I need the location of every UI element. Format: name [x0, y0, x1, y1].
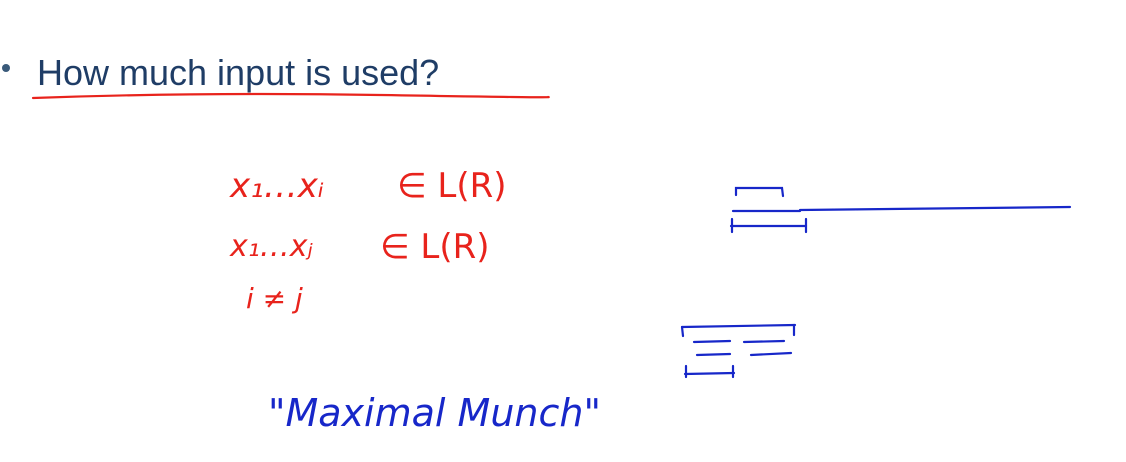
red-underline — [31, 92, 550, 100]
lecture-slide: How much input is used? x₁…xᵢ ∈ L(R) x₁…… — [0, 0, 1126, 462]
maximal-munch-label: "Maximal Munch" — [268, 391, 601, 435]
member-of-language-1: ∈ L(R) — [397, 166, 507, 206]
i-not-equal-j: i ≠ j — [246, 282, 303, 315]
member-of-language-2: ∈ L(R) — [380, 227, 490, 267]
prefix-i-expression: x₁…xᵢ — [230, 166, 324, 206]
prefix-j-expression: x₁…xⱼ — [230, 229, 313, 264]
prefix-diagram-top — [729, 186, 1072, 234]
prefix-diagram-bottom — [680, 323, 797, 379]
